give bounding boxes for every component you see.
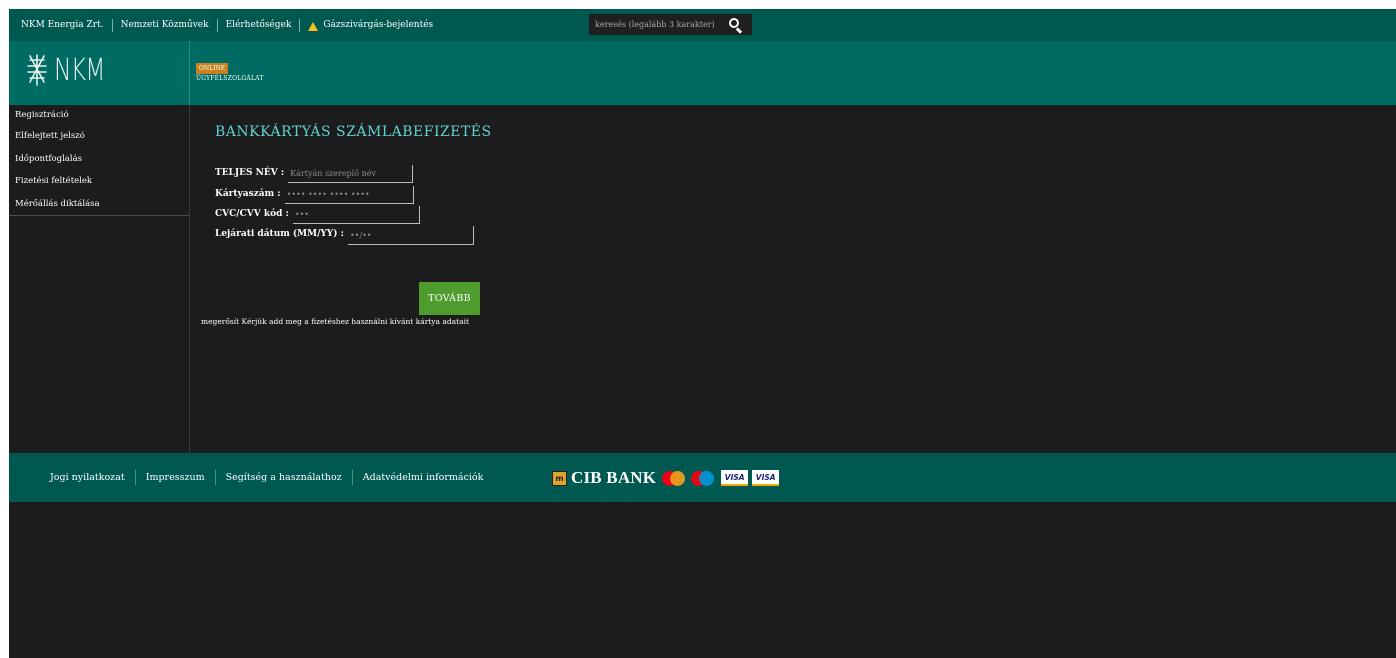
sidebar-item-meter-reading[interactable]: Mérőállás diktálása xyxy=(9,193,190,216)
footer-link-privacy[interactable]: Adatvédelmi információk xyxy=(363,472,484,483)
sidebar-item-appointment[interactable]: Időpontfoglalás xyxy=(9,148,190,171)
sidebar-item-payment-terms[interactable]: Fizetési feltételek xyxy=(9,170,190,193)
warning-triangle-icon xyxy=(308,21,319,31)
full-name-label: TELJES NÉV : xyxy=(215,168,285,178)
logo-text: NKM xyxy=(54,52,105,88)
service-label: ÜGYFÉLSZOLGÁLAT xyxy=(196,75,264,82)
expiry-label: Lejárati dátum (MM/YY) : xyxy=(215,229,344,239)
cvc-label: CVC/CVV kód : xyxy=(215,209,289,219)
card-number-input[interactable] xyxy=(284,186,414,204)
page-frame: NKM Energia Zrt. Nemzeti Közművek Elérhe… xyxy=(9,9,1396,658)
magnifier-icon xyxy=(729,17,743,33)
full-name-input[interactable] xyxy=(288,165,414,183)
expiry-input[interactable] xyxy=(347,226,474,245)
cib-bank-icon: m xyxy=(552,470,567,486)
top-link-elerhetosegek[interactable]: Elérhetőségek xyxy=(226,20,292,30)
expiry-row: Lejárati dátum (MM/YY) : xyxy=(215,226,474,245)
page-bottom-area xyxy=(9,502,1396,658)
top-link-separator xyxy=(299,18,301,32)
header-divider xyxy=(189,41,190,105)
footer-link-help[interactable]: Segítség a használathoz xyxy=(226,472,342,483)
top-link-nemzeti-kozmuvek[interactable]: Nemzeti Közművek xyxy=(121,20,209,30)
top-link-nkm-energia[interactable]: NKM Energia Zrt. xyxy=(21,20,104,30)
sidebar: Regisztráció Elfelejtett jelszó Időpontf… xyxy=(9,105,190,453)
main-content: BANKKÁRTYÁS SZÁMLABEFIZETÉS TELJES NÉV :… xyxy=(190,105,1396,453)
footer: Jogi nyilatkozat Impresszum Segítség a h… xyxy=(9,453,1396,502)
sidebar-list: Regisztráció Elfelejtett jelszó Időpontf… xyxy=(9,105,190,216)
top-link-gas-leak-report[interactable]: Gázszivárgás-bejelentés xyxy=(323,20,433,30)
online-badge: ONLINE xyxy=(196,63,229,74)
top-link-separator xyxy=(111,18,113,32)
top-links: NKM Energia Zrt. Nemzeti Közművek Elérhe… xyxy=(21,18,433,32)
full-name-row: TELJES NÉV : xyxy=(215,165,414,183)
footer-link-separator xyxy=(134,470,136,485)
visa-electron-icon: VISA xyxy=(752,470,780,486)
header-band: NKM ONLINE ÜGYFÉLSZOLGÁLAT xyxy=(9,41,1396,105)
footer-link-separator xyxy=(214,470,216,485)
search-button[interactable] xyxy=(723,14,749,35)
nkm-logo-mark-icon xyxy=(27,54,47,86)
cib-bank-logo: CIB BANK xyxy=(571,468,657,487)
sidebar-item-registration[interactable]: Regisztráció xyxy=(9,105,190,125)
next-button[interactable]: TOVÁBB xyxy=(419,282,480,315)
card-number-label: Kártyaszám : xyxy=(215,189,281,199)
search-input[interactable] xyxy=(589,14,723,35)
footer-link-legal[interactable]: Jogi nyilatkozat xyxy=(50,472,125,483)
top-link-separator xyxy=(216,18,218,32)
payment-logos: m CIB BANK VISA VISA xyxy=(552,468,780,487)
footer-link-imprint[interactable]: Impresszum xyxy=(146,472,205,483)
nkm-logo[interactable]: NKM xyxy=(26,52,119,88)
sidebar-item-forgot-password[interactable]: Elfelejtett jelszó xyxy=(9,125,190,148)
footer-link-separator xyxy=(351,470,353,485)
card-number-row: Kártyaszám : xyxy=(215,186,414,204)
mastercard-icon xyxy=(662,470,686,486)
visa-icon: VISA xyxy=(721,470,749,486)
maestro-icon xyxy=(691,470,715,486)
top-bar: NKM Energia Zrt. Nemzeti Közművek Elérhe… xyxy=(9,9,1396,41)
cvc-input[interactable] xyxy=(292,206,420,224)
page-title: BANKKÁRTYÁS SZÁMLABEFIZETÉS xyxy=(215,124,492,140)
footer-links: Jogi nyilatkozat Impresszum Segítség a h… xyxy=(50,453,483,502)
form-hint: megerősít Kérjük add meg a fizetéshez ha… xyxy=(201,317,470,326)
cvc-row: CVC/CVV kód : xyxy=(215,206,420,224)
search-box xyxy=(589,14,752,35)
